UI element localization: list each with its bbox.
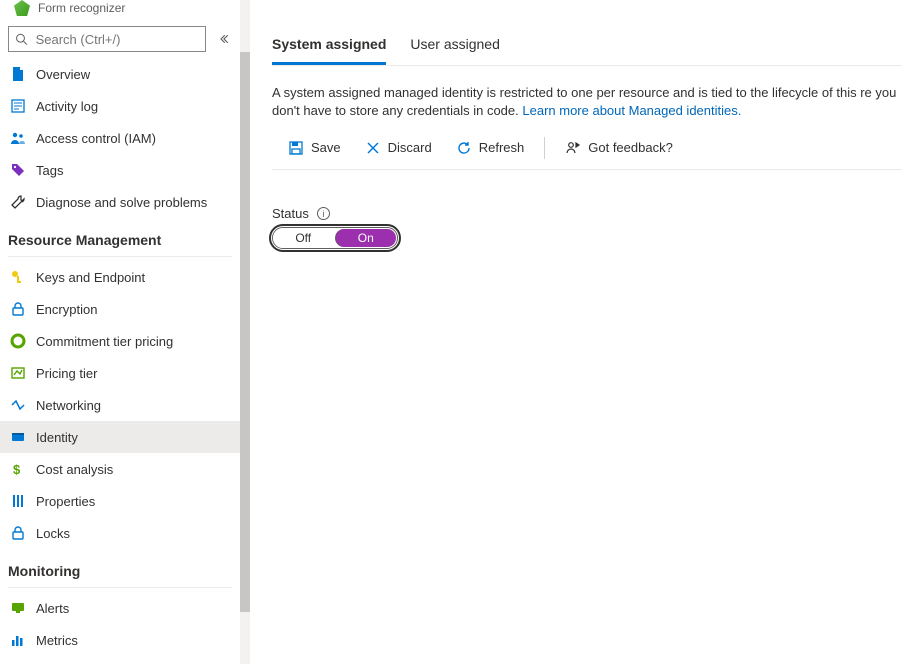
status-label: Status bbox=[272, 206, 309, 221]
document-icon bbox=[10, 66, 26, 82]
sidebar-item-label: Tags bbox=[36, 163, 63, 178]
alerts-icon bbox=[10, 600, 26, 616]
discard-icon bbox=[365, 140, 381, 156]
tab-bar: System assigned User assigned bbox=[272, 4, 902, 66]
refresh-label: Refresh bbox=[479, 140, 525, 155]
sidebar-item-cost-analysis[interactable]: $ Cost analysis bbox=[0, 453, 240, 485]
sidebar-item-label: Alerts bbox=[36, 601, 69, 616]
main-content: System assigned User assigned A system a… bbox=[250, 0, 902, 664]
save-button[interactable]: Save bbox=[278, 136, 351, 160]
sidebar-item-pricing-tier[interactable]: Pricing tier bbox=[0, 357, 240, 389]
sidebar-scrollbar[interactable] bbox=[240, 0, 250, 664]
pricing-icon bbox=[10, 365, 26, 381]
tag-icon bbox=[10, 162, 26, 178]
tab-system-assigned[interactable]: System assigned bbox=[272, 30, 386, 65]
sidebar-item-encryption[interactable]: Encryption bbox=[0, 293, 240, 325]
ring-icon bbox=[10, 333, 26, 349]
info-icon[interactable]: i bbox=[317, 207, 330, 220]
sidebar-item-label: Overview bbox=[36, 67, 90, 82]
service-name: Form recognizer bbox=[38, 1, 125, 15]
sidebar-item-locks[interactable]: Locks bbox=[0, 517, 240, 549]
refresh-icon bbox=[456, 140, 472, 156]
section-monitoring: Monitoring bbox=[0, 549, 240, 585]
discard-label: Discard bbox=[388, 140, 432, 155]
sidebar-item-label: Pricing tier bbox=[36, 366, 97, 381]
lock-icon bbox=[10, 525, 26, 541]
sidebar-item-label: Properties bbox=[36, 494, 95, 509]
collapse-sidebar-icon[interactable] bbox=[216, 31, 232, 47]
tab-user-assigned[interactable]: User assigned bbox=[410, 30, 500, 65]
sidebar-item-access-control[interactable]: Access control (IAM) bbox=[0, 122, 240, 154]
sidebar-item-activity-log[interactable]: Activity log bbox=[0, 90, 240, 122]
description-text: A system assigned managed identity is re… bbox=[272, 84, 902, 120]
metrics-icon bbox=[10, 632, 26, 648]
divider bbox=[8, 256, 232, 257]
sidebar-item-label: Networking bbox=[36, 398, 101, 413]
sidebar-item-label: Metrics bbox=[36, 633, 78, 648]
sidebar-item-metrics[interactable]: Metrics bbox=[0, 624, 240, 656]
search-input[interactable] bbox=[34, 31, 199, 48]
save-icon bbox=[288, 140, 304, 156]
lock-icon bbox=[10, 301, 26, 317]
status-toggle-on[interactable]: On bbox=[335, 229, 397, 247]
sidebar-item-tags[interactable]: Tags bbox=[0, 154, 240, 186]
sidebar-item-networking[interactable]: Networking bbox=[0, 389, 240, 421]
key-icon bbox=[10, 269, 26, 285]
identity-icon bbox=[10, 429, 26, 445]
sidebar-item-diagnose[interactable]: Diagnose and solve problems bbox=[0, 186, 240, 218]
search-input-wrapper[interactable] bbox=[8, 26, 206, 52]
feedback-label: Got feedback? bbox=[588, 140, 673, 155]
sidebar-item-label: Cost analysis bbox=[36, 462, 113, 477]
feedback-icon bbox=[565, 140, 581, 156]
status-toggle[interactable]: Off On bbox=[272, 227, 398, 249]
toolbar-separator bbox=[544, 137, 545, 159]
sidebar: Form recognizer Overview bbox=[0, 0, 240, 664]
people-icon bbox=[10, 130, 26, 146]
learn-more-link[interactable]: Learn more about Managed identities. bbox=[522, 103, 741, 118]
service-icon bbox=[14, 0, 30, 16]
sidebar-item-alerts[interactable]: Alerts bbox=[0, 592, 240, 624]
sidebar-item-label: Activity log bbox=[36, 99, 98, 114]
divider bbox=[8, 587, 232, 588]
sidebar-item-label: Access control (IAM) bbox=[36, 131, 156, 146]
discard-button[interactable]: Discard bbox=[355, 136, 442, 160]
status-toggle-off[interactable]: Off bbox=[273, 228, 334, 248]
feedback-button[interactable]: Got feedback? bbox=[555, 136, 683, 160]
sidebar-item-commitment-pricing[interactable]: Commitment tier pricing bbox=[0, 325, 240, 357]
network-icon bbox=[10, 397, 26, 413]
cost-icon: $ bbox=[10, 461, 26, 477]
section-resource-management: Resource Management bbox=[0, 218, 240, 254]
wrench-icon bbox=[10, 194, 26, 210]
sidebar-item-label: Keys and Endpoint bbox=[36, 270, 145, 285]
sidebar-item-label: Identity bbox=[36, 430, 78, 445]
sidebar-item-keys-endpoint[interactable]: Keys and Endpoint bbox=[0, 261, 240, 293]
sidebar-item-label: Commitment tier pricing bbox=[36, 334, 173, 349]
scrollbar-thumb[interactable] bbox=[240, 52, 250, 612]
svg-text:$: $ bbox=[13, 462, 21, 477]
refresh-button[interactable]: Refresh bbox=[446, 136, 535, 160]
save-label: Save bbox=[311, 140, 341, 155]
sidebar-item-label: Diagnose and solve problems bbox=[36, 195, 207, 210]
sidebar-item-label: Encryption bbox=[36, 302, 97, 317]
sidebar-item-label: Locks bbox=[36, 526, 70, 541]
properties-icon bbox=[10, 493, 26, 509]
search-icon bbox=[15, 32, 28, 46]
sidebar-item-overview[interactable]: Overview bbox=[0, 58, 240, 90]
sidebar-item-identity[interactable]: Identity bbox=[0, 421, 240, 453]
log-icon bbox=[10, 98, 26, 114]
command-bar: Save Discard Refresh Got feedback? bbox=[272, 130, 902, 170]
sidebar-item-properties[interactable]: Properties bbox=[0, 485, 240, 517]
